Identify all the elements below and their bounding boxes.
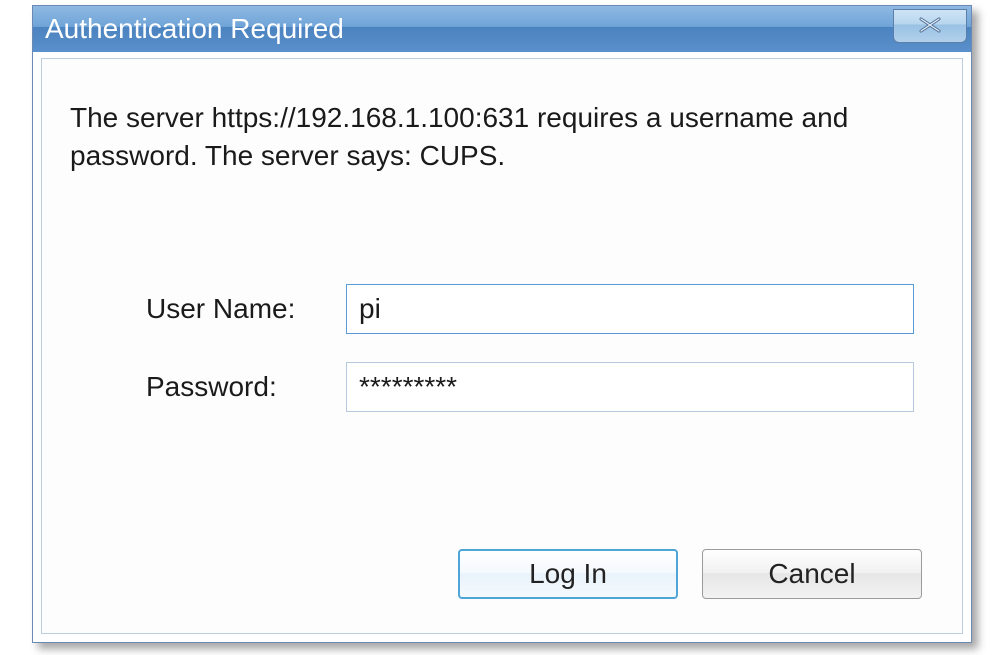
titlebar: Authentication Required <box>33 6 971 52</box>
authentication-dialog: Authentication Required The server https… <box>32 5 972 643</box>
auth-message: The server https://192.168.1.100:631 req… <box>70 99 926 175</box>
cancel-button[interactable]: Cancel <box>702 549 922 599</box>
close-icon <box>915 10 945 42</box>
login-button[interactable]: Log In <box>458 549 678 599</box>
username-label: User Name: <box>146 293 346 325</box>
username-input[interactable] <box>346 284 914 334</box>
password-row: Password: <box>146 362 914 412</box>
close-button[interactable] <box>893 9 967 43</box>
dialog-title: Authentication Required <box>45 6 344 52</box>
username-row: User Name: <box>146 284 914 334</box>
dialog-body: The server https://192.168.1.100:631 req… <box>41 58 963 634</box>
password-input[interactable] <box>346 362 914 412</box>
credentials-form: User Name: Password: <box>146 284 914 440</box>
password-label: Password: <box>146 371 346 403</box>
dialog-buttons: Log In Cancel <box>458 549 922 599</box>
